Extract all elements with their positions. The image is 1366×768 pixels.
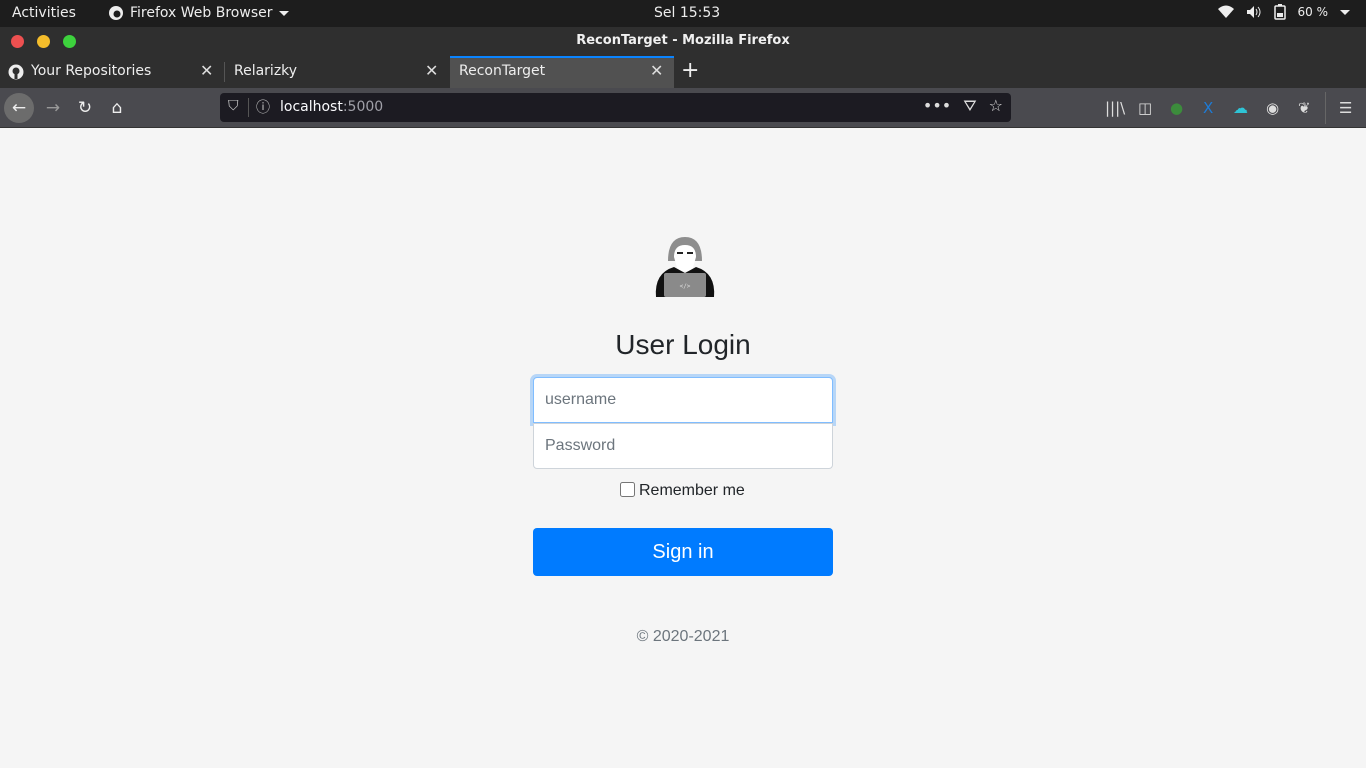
tab-label: ReconTarget [459, 63, 546, 79]
tab-strip: Your Repositories ✕ Relarizky ✕ ReconTar… [0, 56, 1366, 88]
username-input[interactable] [533, 377, 833, 423]
bookmark-star-icon[interactable]: ☆ [989, 96, 1003, 116]
forward-button[interactable]: → [38, 93, 68, 123]
remember-me-label: Remember me [639, 482, 745, 499]
clock[interactable]: Sel 15:53 [654, 5, 720, 21]
new-tab-button[interactable]: + [681, 58, 699, 83]
window-title: ReconTarget - Mozilla Firefox [576, 33, 790, 48]
tab-label: Your Repositories [31, 63, 152, 79]
login-page: </> User Login Remember me Sign in © 202… [0, 129, 1366, 768]
remember-me-option[interactable]: Remember me [620, 482, 745, 500]
tracking-protection-shield-icon[interactable]: ⛉ [228, 98, 239, 114]
window-titlebar: ReconTarget - Mozilla Firefox [0, 27, 1366, 56]
remember-me-checkbox[interactable] [620, 482, 635, 497]
hacker-logo-icon: </> [655, 237, 715, 297]
close-tab-icon[interactable]: ✕ [425, 61, 438, 80]
url-text[interactable]: localhost:5000 [280, 99, 383, 115]
url-host: localhost [280, 99, 343, 115]
hamburger-menu-icon[interactable]: ☰ [1339, 99, 1352, 117]
close-tab-icon[interactable]: ✕ [650, 61, 663, 80]
tab-your-repositories[interactable]: Your Repositories ✕ [0, 56, 224, 88]
home-button[interactable]: ⌂ [102, 93, 132, 123]
sidebar-icon[interactable]: ◫ [1138, 99, 1152, 117]
divider [248, 98, 249, 117]
github-icon [8, 64, 24, 80]
page-title: User Login [615, 329, 751, 360]
close-tab-icon[interactable]: ✕ [200, 61, 213, 80]
activities-button[interactable]: Activities [12, 5, 76, 21]
url-port: :5000 [342, 99, 384, 115]
extension-green-icon[interactable]: ● [1170, 99, 1183, 117]
password-input[interactable] [533, 423, 833, 469]
account-icon[interactable]: ◉ [1266, 99, 1279, 117]
app-menu-label: Firefox Web Browser [130, 5, 273, 21]
cloud-extension-icon[interactable]: ☁ [1233, 99, 1248, 117]
copyright-footer: © 2020-2021 [636, 628, 730, 645]
system-top-bar: Activities Firefox Web Browser Sel 15:53… [0, 0, 1366, 27]
tab-relarizky[interactable]: Relarizky ✕ [225, 56, 450, 88]
site-info-icon[interactable]: ⓘ [256, 97, 270, 117]
chevron-down-icon [1340, 9, 1350, 15]
system-tray[interactable]: 60 % [1217, 4, 1350, 20]
tab-label: Relarizky [234, 63, 298, 79]
url-bar[interactable]: ⛉ ⓘ localhost:5000 ••• ⛛ ☆ [220, 93, 1011, 122]
firefox-icon [109, 6, 123, 20]
volume-icon [1246, 6, 1260, 18]
battery-percent: 60 % [1297, 5, 1329, 19]
svg-text:</>: </> [680, 283, 691, 290]
wifi-icon [1217, 5, 1234, 18]
toolbar-divider [1325, 92, 1326, 124]
back-button[interactable]: ← [4, 93, 34, 123]
battery-icon [1273, 4, 1286, 20]
navigation-toolbar: ← → ↻ ⌂ ⛉ ⓘ localhost:5000 ••• ⛛ ☆ |||\ … [0, 88, 1366, 128]
pocket-icon[interactable]: ⛛ [963, 96, 976, 116]
app-menu[interactable]: Firefox Web Browser [108, 5, 289, 21]
sign-in-button[interactable]: Sign in [533, 528, 833, 576]
tab-recontarget[interactable]: ReconTarget ✕ [450, 56, 674, 88]
reload-button[interactable]: ↻ [70, 93, 100, 123]
library-icon[interactable]: |||\ [1105, 99, 1125, 117]
gnome-extension-icon[interactable]: ❦ [1298, 99, 1311, 117]
chevron-down-icon [278, 10, 289, 16]
page-actions-icon[interactable]: ••• [923, 96, 951, 116]
extension-x-icon[interactable]: X [1203, 99, 1213, 117]
